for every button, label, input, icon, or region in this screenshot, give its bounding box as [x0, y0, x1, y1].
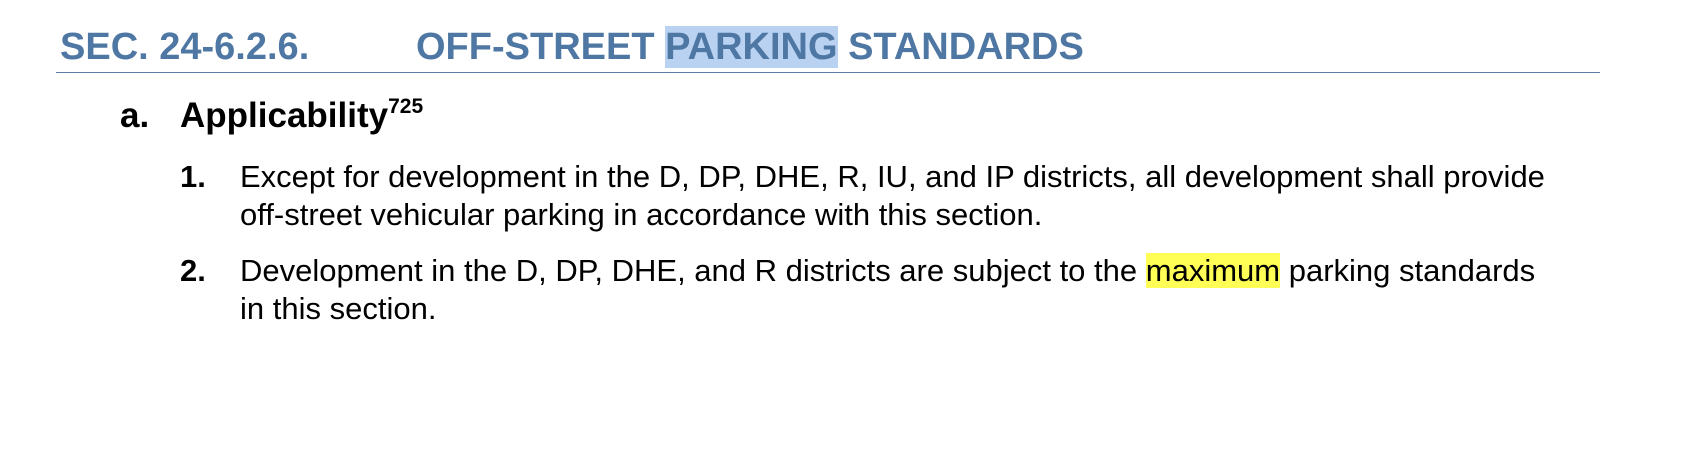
subsection-marker: a. [120, 96, 150, 135]
section-number: SEC. 24-6.2.6. [60, 26, 310, 68]
subsection-title: Applicability [180, 96, 389, 135]
selected-text[interactable]: PARKING [665, 26, 838, 68]
document-page: SEC. 24-6.2.6. OFF-STREET PARKING STANDA… [0, 0, 1686, 464]
subsection-heading: a. Applicability725 [120, 96, 423, 136]
highlighted-text: maximum [1145, 253, 1281, 288]
list-item-text: Except for development in the D, DP, DHE… [240, 159, 1545, 232]
footnote-reference[interactable]: 725 [388, 95, 423, 118]
section-title-suffix: STANDARDS [837, 26, 1084, 68]
section-title-prefix: OFF-STREET [416, 26, 666, 68]
list-item-text-before: Development in the D, DP, DHE, and R dis… [240, 253, 1146, 288]
section-header: SEC. 24-6.2.6. OFF-STREET PARKING STANDA… [56, 26, 1600, 73]
section-title: OFF-STREET PARKING STANDARDS [416, 26, 1084, 68]
list-item-text: Development in the D, DP, DHE, and R dis… [240, 252, 1560, 328]
list-item-number: 1. [180, 159, 206, 194]
list-item-number: 2. [180, 253, 206, 288]
